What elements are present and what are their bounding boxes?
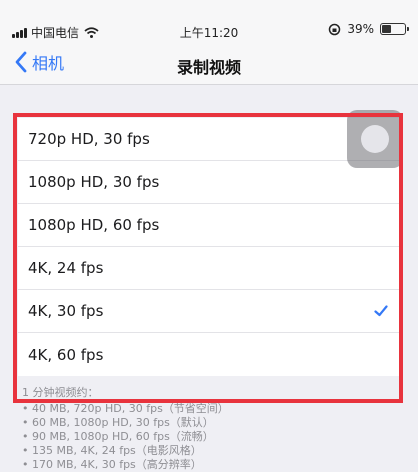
option-label: 4K, 30 fps [28, 302, 104, 320]
checkmark-icon [374, 305, 388, 317]
option-720p-30[interactable]: 720p HD, 30 fps [18, 118, 402, 161]
battery-level [382, 25, 392, 33]
page-title: 录制视频 [176, 58, 241, 77]
footer-item: • 40 MB, 720p HD, 30 fps（节省空间） [22, 402, 229, 415]
option-label: 720p HD, 30 fps [28, 130, 150, 148]
option-1080p-60[interactable]: 1080p HD, 60 fps [18, 204, 402, 247]
assistive-touch-button[interactable] [347, 110, 403, 168]
option-label: 4K, 60 fps [28, 345, 104, 364]
option-label: 4K, 24 fps [28, 259, 104, 277]
assistive-touch-icon [361, 125, 389, 153]
footer-item: • 90 MB, 1080p HD, 60 fps（流畅） [22, 430, 214, 443]
footer-list: • 40 MB, 720p HD, 30 fps（节省空间） • 60 MB, … [22, 402, 412, 472]
status-right: 39% [328, 22, 409, 36]
option-4k-30[interactable]: 4K, 30 fps [18, 290, 402, 333]
orientation-lock-icon [329, 23, 341, 35]
option-label: 1080p HD, 60 fps [28, 216, 160, 234]
status-bar: 中国电信 上午11:20 39% [0, 0, 418, 44]
option-4k-24[interactable]: 4K, 24 fps [18, 247, 402, 290]
footer-item: • 135 MB, 4K, 24 fps（电影风格） [22, 444, 202, 457]
video-format-list: 720p HD, 30 fps 1080p HD, 30 fps 1080p H… [18, 118, 402, 376]
nav-bar: 相机 录制视频 [0, 44, 418, 85]
footer-item: • 60 MB, 1080p HD, 30 fps（默认） [22, 416, 214, 429]
footer-label: 1 分钟视频约： [22, 386, 99, 399]
option-label: 1080p HD, 30 fps [28, 173, 160, 191]
footer-item: • 170 MB, 4K, 30 fps（高分辨率） [22, 458, 202, 471]
battery-percent: 39% [347, 22, 374, 36]
battery-icon [380, 23, 409, 35]
option-1080p-30[interactable]: 1080p HD, 30 fps [18, 161, 402, 204]
option-4k-60[interactable]: 4K, 60 fps [18, 333, 402, 376]
